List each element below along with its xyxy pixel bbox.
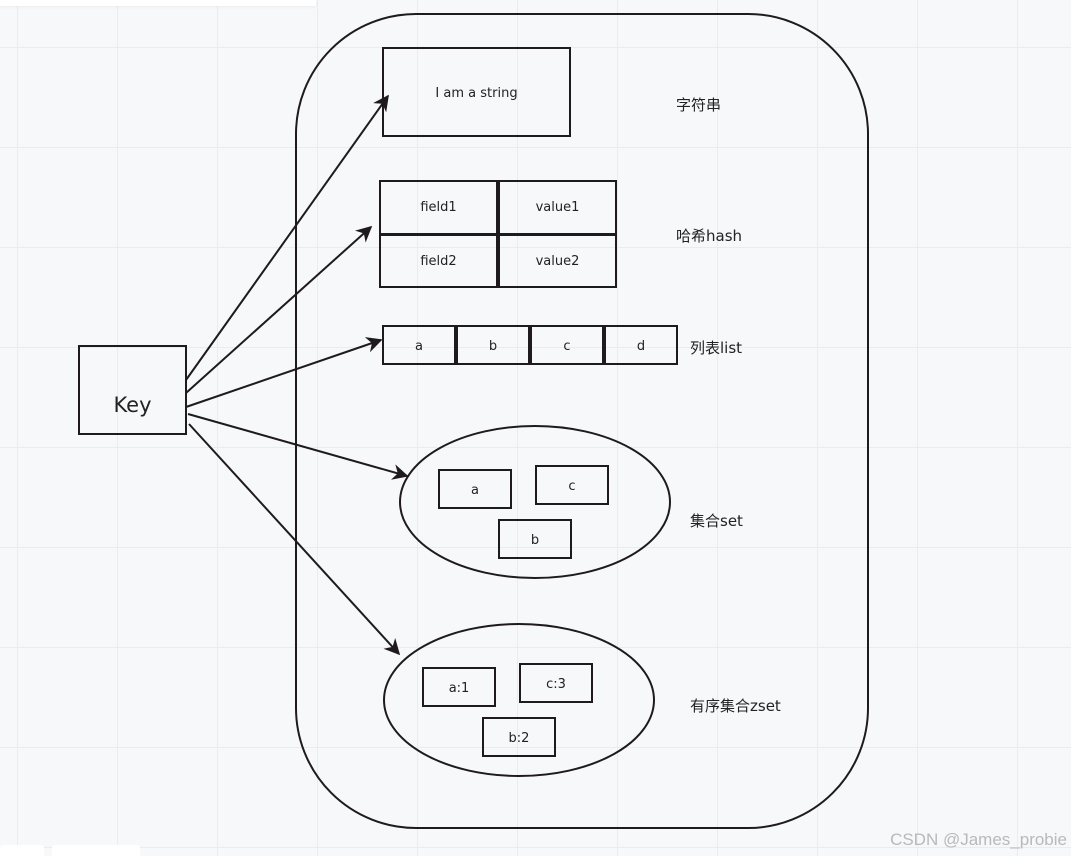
hash-field1-text: field1 bbox=[420, 200, 457, 215]
zset-member-text: b:2 bbox=[508, 730, 530, 746]
arrow-key-to-list[interactable] bbox=[185, 337, 383, 408]
list-type-label: 列表list bbox=[690, 339, 743, 357]
arrow-key-to-hash[interactable] bbox=[185, 225, 373, 394]
key-label: Key bbox=[113, 393, 152, 417]
hash-value2-text: value2 bbox=[535, 253, 580, 269]
string-value: I am a string bbox=[435, 85, 518, 101]
zset-member-text: a:1 bbox=[448, 680, 470, 696]
hash-type-label: 哈希hash bbox=[676, 227, 743, 245]
zset-type-label: 有序集合zset bbox=[690, 697, 781, 715]
redis-db-container[interactable] bbox=[295, 13, 869, 829]
set-member-text: a bbox=[471, 482, 479, 498]
hash-field2-text: field2 bbox=[420, 253, 457, 269]
list-item-text: b bbox=[488, 338, 498, 354]
set-type-label: 集合set bbox=[690, 512, 743, 530]
watermark: CSDN @James_probie bbox=[890, 830, 1067, 849]
hash-value1-text: value1 bbox=[535, 200, 580, 215]
set-member-text: b bbox=[530, 532, 540, 548]
arrow-key-to-set[interactable] bbox=[187, 413, 409, 480]
set-member-text: c bbox=[568, 478, 576, 494]
zset-member-text: c:3 bbox=[546, 676, 566, 692]
list-item-text: c bbox=[563, 338, 571, 354]
string-type-label: 字符串 bbox=[676, 96, 722, 114]
arrow-key-to-zset[interactable] bbox=[188, 423, 401, 656]
list-item-text: d bbox=[636, 338, 646, 354]
list-item-text: a bbox=[415, 338, 423, 354]
